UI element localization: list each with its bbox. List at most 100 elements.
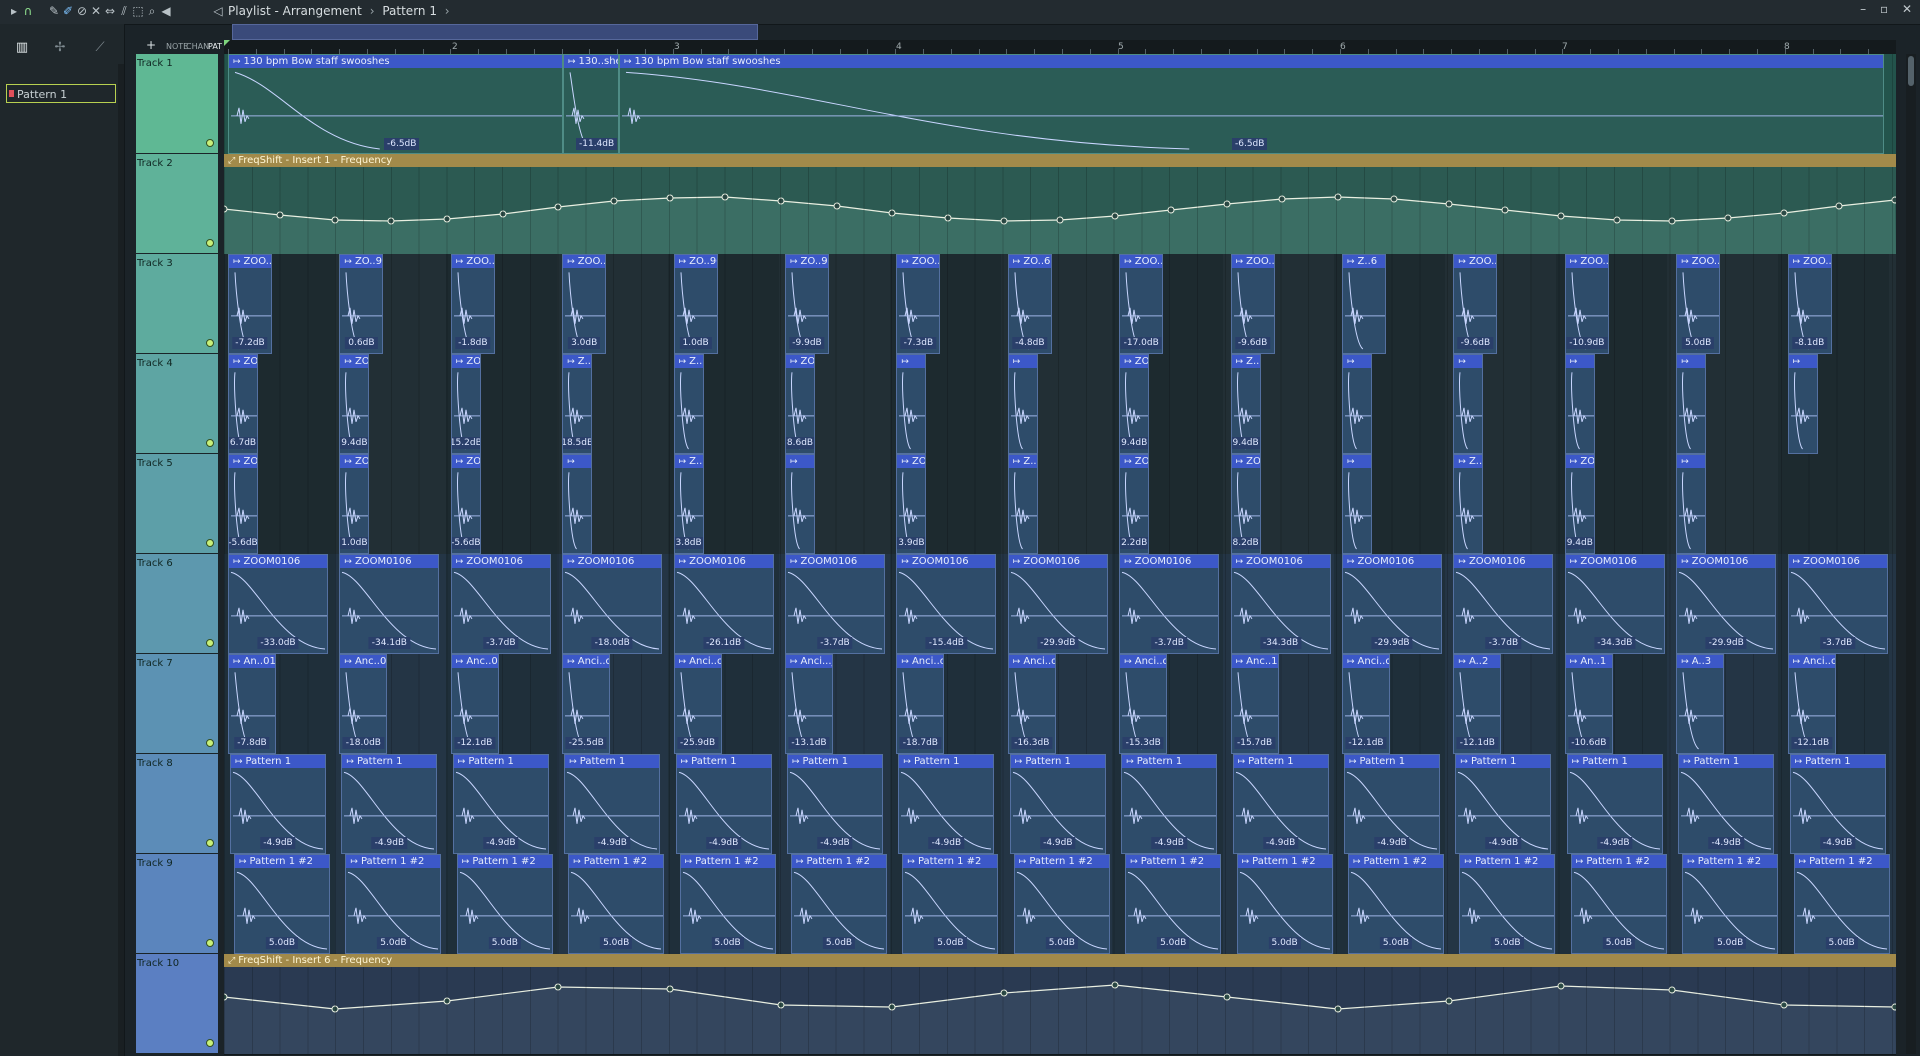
pat-label[interactable]: PAT: [208, 42, 222, 51]
automation-point[interactable]: [1223, 200, 1231, 208]
track-header[interactable]: Track 3: [136, 254, 218, 354]
audio-clip[interactable]: A..2 -12.1dB: [1453, 654, 1502, 754]
clip-title[interactable]: Pattern 1 #2: [1126, 855, 1221, 868]
clip-title[interactable]: [1343, 355, 1371, 368]
audio-clip[interactable]: ZO..5 9.4dB: [1119, 354, 1150, 454]
audio-clip[interactable]: ZOO..07 -5.6dB: [450, 454, 481, 554]
track-header[interactable]: Track 6: [136, 554, 218, 654]
clip-title[interactable]: Pattern 1: [231, 755, 325, 768]
track-mute-led[interactable]: [206, 639, 214, 647]
clip-title[interactable]: [786, 455, 814, 468]
automation-point[interactable]: [944, 214, 952, 222]
clip-title[interactable]: ZO..7: [1231, 455, 1260, 468]
clip-title[interactable]: Pattern 1 #2: [1571, 855, 1666, 868]
clip-title[interactable]: Pattern 1 #2: [1349, 855, 1443, 868]
automation-point[interactable]: [777, 197, 785, 205]
horizontal-scrollbar[interactable]: [232, 24, 758, 40]
audio-clip[interactable]: Pattern 1 -4.9dB: [898, 754, 995, 854]
clip-title[interactable]: Anci..o_04: [1788, 655, 1835, 668]
chan-label[interactable]: CHAN: [186, 42, 209, 51]
audio-clip[interactable]: A..3: [1676, 654, 1725, 754]
audio-clip[interactable]: ZOOM0106 -18.0dB: [562, 554, 663, 654]
track-lane[interactable]: An..01 -7.8dB Anc..02 -18.0dB Anc..03 -12.1dB…: [224, 654, 1896, 755]
automation-point[interactable]: [443, 997, 451, 1005]
audio-clip[interactable]: Z..7: [1007, 454, 1038, 554]
audio-clip[interactable]: [1453, 354, 1484, 454]
audio-clip[interactable]: ZOOM0106 -3.7dB: [1787, 554, 1888, 654]
clip-title[interactable]: Pattern 1: [1345, 755, 1439, 768]
automation-point[interactable]: [1891, 1003, 1896, 1011]
automation-point[interactable]: [1891, 196, 1896, 204]
clip-title[interactable]: Pattern 1 #2: [1237, 855, 1332, 868]
clip-title[interactable]: Pattern 1 #2: [1014, 855, 1109, 868]
automation-point[interactable]: [331, 216, 339, 224]
track-name[interactable]: Track 7: [137, 658, 173, 669]
clip-title[interactable]: Pattern 1: [788, 755, 882, 768]
clip-title[interactable]: Anci..o_11: [1343, 655, 1389, 668]
audio-clip[interactable]: ZOOM0106 -34.1dB: [339, 554, 440, 654]
clip-title[interactable]: [1565, 355, 1594, 368]
audio-clip[interactable]: Anc..03 -12.1dB: [450, 654, 499, 754]
audio-clip[interactable]: Anci..._06 -13.1dB: [785, 654, 833, 754]
audio-clip[interactable]: ZO..96 0.6dB: [339, 254, 384, 354]
timeline-ruler[interactable]: 2345678: [224, 40, 1896, 54]
close-icon[interactable]: ✕: [1902, 2, 1912, 16]
clip-title[interactable]: Pattern 1 #2: [235, 855, 329, 868]
picker-item-pattern-1[interactable]: Pattern 1: [6, 84, 116, 103]
audio-clip[interactable]: ZOO..96 -1.8dB: [450, 254, 495, 354]
automation-curve[interactable]: [224, 167, 1896, 254]
automation-clip-title[interactable]: FreqShift - Insert 6 - Frequency: [224, 954, 1896, 967]
track-header[interactable]: Track 10: [136, 954, 218, 1054]
clip-title[interactable]: Anci..o_09: [1120, 655, 1167, 668]
audio-clip[interactable]: ZOO..07 1.0dB: [339, 454, 370, 554]
clip-title[interactable]: ZO..7: [1565, 455, 1594, 468]
audio-clip[interactable]: Pattern 1 -4.9dB: [1678, 754, 1775, 854]
automation-point[interactable]: [1223, 993, 1231, 1001]
automation-point[interactable]: [499, 210, 507, 218]
automation-point[interactable]: [1780, 209, 1788, 217]
clip-title[interactable]: Z..7: [1454, 455, 1483, 468]
automation-point[interactable]: [554, 203, 562, 211]
audio-clip[interactable]: An..01 -7.8dB: [228, 654, 276, 754]
clip-title[interactable]: Z..5: [1231, 355, 1260, 368]
automation-point[interactable]: [1557, 212, 1565, 220]
clip-title[interactable]: ZO..05: [451, 355, 480, 368]
clip-title[interactable]: A..3: [1677, 655, 1724, 668]
audio-clip[interactable]: ZO..96 -9.9dB: [785, 254, 829, 354]
clip-title[interactable]: Z..5: [674, 355, 703, 368]
audio-clip[interactable]: Pattern 1 #2 5.0dB: [345, 854, 442, 954]
clip-title[interactable]: Anci..o_07: [897, 655, 944, 668]
track-name[interactable]: Track 2: [137, 158, 173, 169]
audio-clip[interactable]: Anc..10 -15.7dB: [1230, 654, 1279, 754]
clip-title[interactable]: ZOOM0106: [1231, 555, 1330, 568]
audio-clip[interactable]: [896, 354, 927, 454]
audio-clip[interactable]: ZOOM0106 -33.0dB: [228, 554, 328, 654]
automation-point[interactable]: [1000, 989, 1008, 997]
clip-title[interactable]: [1008, 355, 1037, 368]
clip-title[interactable]: ZO..5: [1120, 355, 1149, 368]
clip-title[interactable]: [1343, 455, 1371, 468]
clip-title[interactable]: ZOOM0106: [1120, 555, 1219, 568]
clip-title[interactable]: 130 bpm Bow staff swooshes: [229, 55, 562, 68]
audio-clip[interactable]: Pattern 1 #2 5.0dB: [1682, 854, 1779, 954]
automation-point[interactable]: [1445, 997, 1453, 1005]
audio-clip[interactable]: ZOO..96 3.0dB: [562, 254, 607, 354]
clip-title[interactable]: ZOOM0106: [786, 555, 884, 568]
clip-title[interactable]: Pattern 1: [342, 755, 437, 768]
clip-title[interactable]: Z..7: [1008, 455, 1037, 468]
audio-clip[interactable]: Pattern 1 #2 5.0dB: [1125, 854, 1222, 954]
audio-clip[interactable]: Pattern 1 #2 5.0dB: [568, 854, 665, 954]
clip-title[interactable]: ZOO..96: [1788, 255, 1831, 268]
automation-point[interactable]: [888, 1003, 896, 1011]
automation-point[interactable]: [1000, 217, 1008, 225]
clip-title[interactable]: ZO..5: [229, 355, 257, 368]
track-lane[interactable]: Pattern 1 -4.9dB Pattern 1 -4.9dB Pattern 1 -…: [224, 754, 1896, 855]
note-label[interactable]: NOTE: [166, 42, 188, 51]
clip-title[interactable]: [1454, 355, 1483, 368]
vertical-scroll-thumb[interactable]: [1908, 56, 1914, 86]
clip-title[interactable]: Pattern 1: [1456, 755, 1551, 768]
clip-title[interactable]: [1677, 355, 1706, 368]
automation-point[interactable]: [1111, 981, 1119, 989]
track-lane[interactable]: Pattern 1 #25.0dBPattern 1 #25.0dBPatter…: [224, 854, 1896, 955]
clip-title[interactable]: Anci..._06: [786, 655, 832, 668]
